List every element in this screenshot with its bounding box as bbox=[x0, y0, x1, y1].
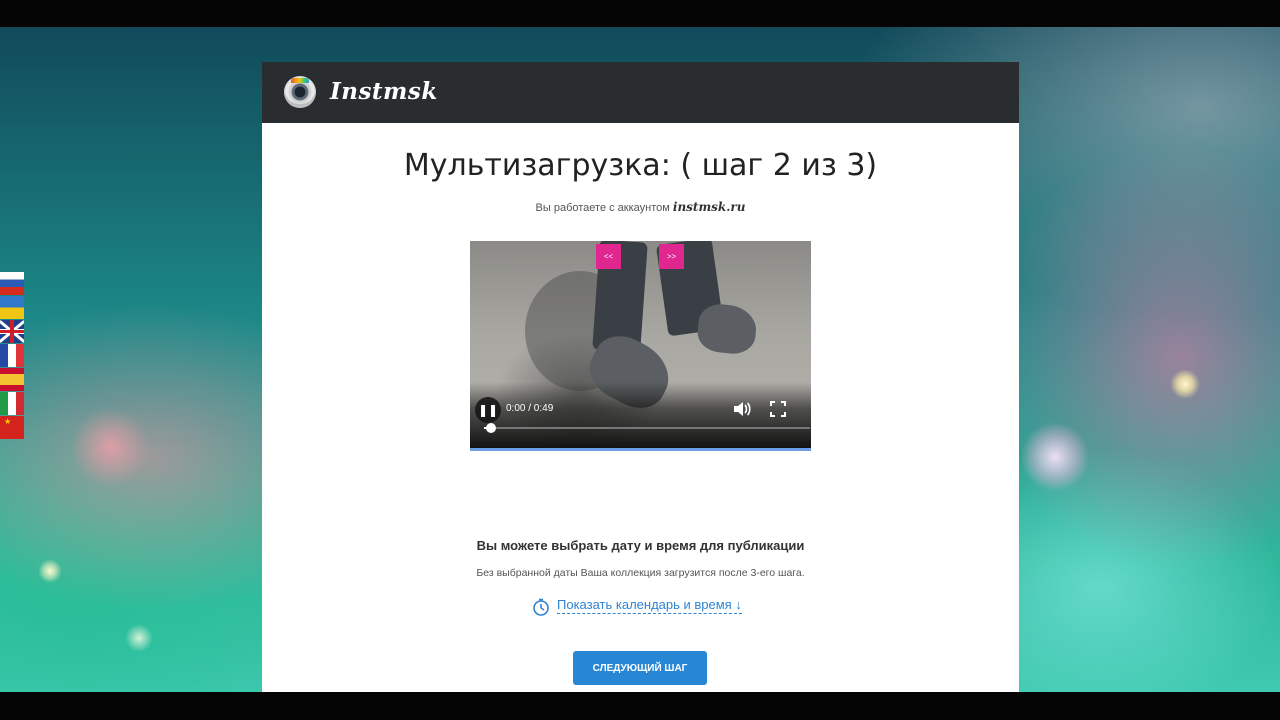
volume-icon[interactable] bbox=[732, 400, 752, 418]
flag-france-icon[interactable] bbox=[0, 344, 24, 367]
account-prefix: Вы работаете с аккаунтом bbox=[535, 202, 670, 214]
previous-video-button[interactable]: << bbox=[596, 244, 621, 269]
language-switcher: ★ bbox=[0, 272, 24, 440]
page-title: Мультизагрузка: ( шаг 2 из 3) bbox=[403, 148, 878, 183]
next-step-button[interactable]: СЛЕДУЮЩИЙ ШАГ bbox=[573, 651, 707, 685]
video-progress-bar[interactable] bbox=[484, 423, 810, 433]
video-time: 0:00 / 0:49 bbox=[506, 403, 554, 414]
camera-logo-icon[interactable] bbox=[284, 76, 316, 108]
video-controls bbox=[470, 382, 811, 448]
bokeh-light bbox=[125, 624, 153, 652]
flag-china-icon[interactable]: ★ bbox=[0, 416, 24, 439]
video-frame-shoe bbox=[695, 302, 759, 356]
show-calendar-label[interactable]: Показать календарь и время ↓ bbox=[557, 597, 742, 614]
flag-italy-icon[interactable] bbox=[0, 392, 24, 415]
bottom-letterbox bbox=[0, 692, 1280, 720]
video-progress-thumb[interactable] bbox=[486, 423, 496, 433]
fullscreen-icon[interactable] bbox=[770, 401, 786, 417]
pause-icon: ❚❚ bbox=[477, 403, 499, 417]
flag-uk-icon[interactable] bbox=[0, 320, 24, 343]
schedule-hint: Без выбранной даты Ваша коллекция загруз… bbox=[476, 567, 805, 579]
schedule-title: Вы можете выбрать дату и время для публи… bbox=[476, 538, 805, 553]
top-letterbox bbox=[0, 0, 1280, 27]
bokeh-light bbox=[70, 407, 150, 487]
account-info: Вы работаете с аккаунтом instmsk.ru bbox=[262, 200, 1019, 214]
upload-card: Instmsk Мультизагрузка: ( шаг 2 из 3) Вы… bbox=[262, 62, 1019, 692]
flag-spain-icon[interactable] bbox=[0, 368, 24, 391]
video-player[interactable]: << >> ❚❚ 0:00 / 0:49 bbox=[470, 241, 811, 451]
desktop-background: ★ Instmsk Мультизагрузка: ( шаг 2 из 3) … bbox=[0, 27, 1280, 692]
site-header: Instmsk bbox=[262, 62, 1019, 123]
site-logo-text[interactable]: Instmsk bbox=[330, 78, 438, 105]
bokeh-light bbox=[1170, 369, 1200, 399]
flag-russia-icon[interactable] bbox=[0, 272, 24, 295]
bokeh-light bbox=[38, 559, 62, 583]
flag-ukraine-icon[interactable] bbox=[0, 296, 24, 319]
account-name: instmsk.ru bbox=[672, 200, 746, 214]
bokeh-light bbox=[1020, 422, 1090, 492]
play-pause-button[interactable]: ❚❚ bbox=[475, 397, 501, 423]
stopwatch-icon bbox=[533, 598, 549, 616]
next-video-button[interactable]: >> bbox=[659, 244, 684, 269]
